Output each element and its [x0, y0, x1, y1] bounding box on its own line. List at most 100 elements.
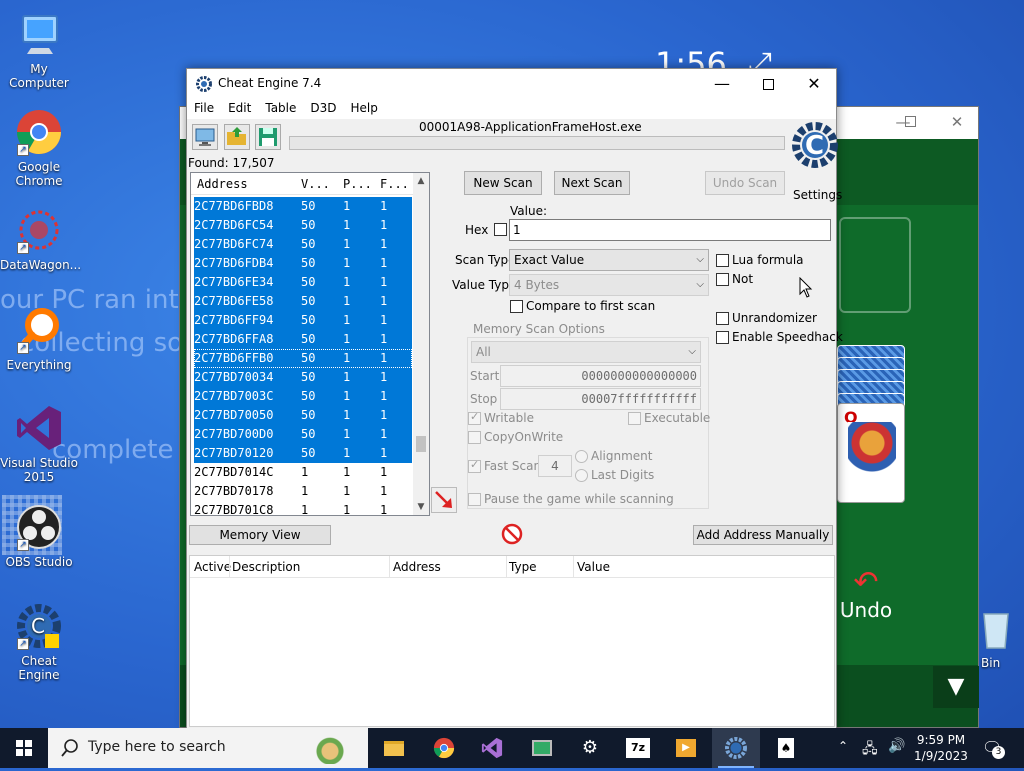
solitaire-close-icon[interactable]: ✕	[942, 113, 972, 133]
scan-type-select[interactable]: Exact Value ⌵	[509, 249, 709, 271]
column-type[interactable]: Type	[509, 560, 537, 574]
desktop-icon-visual-studio[interactable]: Visual Studio 2015	[0, 404, 78, 484]
desktop-icon-obs[interactable]: ↗ OBS Studio	[0, 503, 78, 569]
add-address-manually-button[interactable]: Add Address Manually	[693, 525, 833, 545]
maximize-icon[interactable]	[745, 69, 791, 99]
settings-button[interactable]: C	[791, 121, 839, 177]
table-row[interactable]: 2C77BD6FF94 50 1 1	[194, 311, 412, 330]
lua-formula-checkbox[interactable]	[716, 254, 729, 267]
copy-on-write-checkbox[interactable]	[468, 431, 481, 444]
desktop-icon-my-computer[interactable]: My Computer	[0, 10, 78, 90]
column-first[interactable]: F...	[380, 177, 409, 191]
table-row[interactable]: 2C77BD6FFA8 50 1 1	[194, 330, 412, 349]
fast-scan-checkbox[interactable]	[468, 458, 481, 473]
taskbar-chrome[interactable]	[420, 728, 468, 768]
table-row[interactable]: 2C77BD6FC74 50 1 1	[194, 235, 412, 254]
settings-label[interactable]: Settings	[793, 188, 842, 202]
table-row[interactable]: 2C77BD6FDB4 50 1 1	[194, 254, 412, 273]
column-value[interactable]: Value	[577, 560, 610, 574]
clear-list-button[interactable]	[500, 522, 524, 546]
menu-table[interactable]: Table	[258, 99, 303, 117]
column-address[interactable]: Address	[393, 560, 441, 574]
notification-center-icon[interactable]: 🗨 3	[982, 738, 1005, 759]
chevron-up-icon[interactable]: ⌃	[838, 739, 848, 753]
column-previous[interactable]: P...	[343, 177, 372, 191]
writable-checkbox[interactable]	[468, 410, 481, 425]
solitaire-undo-button[interactable]: ↶ Undo	[838, 568, 894, 623]
foundation-slot[interactable]	[839, 217, 911, 313]
menu-file[interactable]: File	[187, 99, 221, 117]
new-scan-button[interactable]: New Scan	[464, 171, 542, 195]
not-checkbox[interactable]	[716, 273, 729, 286]
table-row[interactable]: 2C77BD701C8 1 1 1	[194, 501, 412, 515]
table-row[interactable]: 2C77BD7003C 50 1 1	[194, 387, 412, 406]
value-input[interactable]: 1	[509, 219, 831, 241]
table-row[interactable]: 2C77BD6FE58 50 1 1	[194, 292, 412, 311]
memory-region-select[interactable]: All ⌵	[471, 341, 701, 363]
executable-checkbox[interactable]	[628, 412, 641, 425]
table-row[interactable]: 2C77BD700D0 50 1 1	[194, 425, 412, 444]
scroll-up-icon[interactable]: ▲	[413, 173, 429, 189]
taskbar-visual-studio[interactable]	[468, 728, 516, 768]
table-row[interactable]: 2C77BD6FC54 50 1 1	[194, 216, 412, 235]
scrollbar-thumb[interactable]	[416, 436, 426, 452]
taskbar-7zip[interactable]: 7z	[614, 728, 662, 768]
desktop-icon-everything[interactable]: ↗ Everything	[0, 306, 78, 372]
close-icon[interactable]: ✕	[791, 69, 837, 99]
speedhack-checkbox[interactable]	[716, 331, 729, 344]
taskbar-settings[interactable]: ⚙	[566, 728, 614, 768]
scroll-down-icon[interactable]: ▼	[413, 499, 429, 515]
value-type-select[interactable]: 4 Bytes ⌵	[509, 274, 709, 296]
found-address-list[interactable]: Address V... P... F... 2C77BD6FBD8 50 1 1 2C…	[190, 172, 430, 516]
taskbar-file-explorer[interactable]	[370, 728, 418, 768]
results-scrollbar[interactable]: ▲ ▼	[413, 173, 429, 515]
desktop-icon-datawagon[interactable]: ↗ DataWagon...	[0, 206, 81, 272]
chevron-down-icon[interactable]: ▼	[933, 666, 979, 708]
start-button[interactable]	[0, 728, 48, 768]
menu-edit[interactable]: Edit	[221, 99, 258, 117]
open-file-button[interactable]	[224, 124, 250, 150]
table-row[interactable]: 2C77BD70050 50 1 1	[194, 406, 412, 425]
table-row[interactable]: 2C77BD6FFB0 50 1 1	[194, 349, 412, 368]
volume-icon[interactable]: 🔊	[888, 738, 905, 754]
desktop-icon-chrome[interactable]: ↗ Google Chrome	[0, 108, 78, 188]
column-value[interactable]: V...	[301, 177, 330, 191]
next-scan-button[interactable]: Next Scan	[554, 171, 630, 195]
table-row[interactable]: 2C77BD6FBD8 50 1 1	[194, 197, 412, 216]
taskbar-cheat-engine[interactable]	[712, 728, 760, 768]
table-row[interactable]: 2C77BD7014C 1 1 1	[194, 463, 412, 482]
desktop-icon-cheat-engine[interactable]: C ↗ Cheat Engine	[0, 602, 78, 682]
menu-help[interactable]: Help	[344, 99, 385, 117]
start-address-input[interactable]: 0000000000000000	[500, 365, 701, 387]
tableau-pile[interactable]: Q	[837, 345, 907, 505]
network-icon[interactable]: 🖧	[862, 738, 878, 762]
table-row[interactable]: 2C77BD70034 50 1 1	[194, 368, 412, 387]
solitaire-maximize-icon[interactable]	[895, 113, 925, 133]
stop-address-input[interactable]: 00007fffffffffff	[500, 388, 701, 410]
compare-first-scan-checkbox[interactable]	[510, 300, 523, 313]
column-address[interactable]: Address	[197, 177, 248, 191]
last-digits-radio[interactable]	[575, 469, 588, 482]
cheat-table[interactable]: Active Description Address Type Value	[189, 555, 835, 727]
table-row[interactable]: 2C77BD70178 1 1 1	[194, 482, 412, 501]
taskbar-search-box[interactable]: Type here to search	[48, 728, 368, 768]
pause-game-checkbox[interactable]	[468, 493, 481, 506]
unrandomizer-checkbox[interactable]	[716, 312, 729, 325]
taskbar-task-manager[interactable]	[518, 728, 566, 768]
table-row[interactable]: 2C77BD6FE34 50 1 1	[194, 273, 412, 292]
select-process-button[interactable]	[192, 124, 218, 150]
memory-view-button[interactable]: Memory View	[189, 525, 331, 545]
alignment-radio[interactable]	[575, 450, 588, 463]
menu-d3d[interactable]: D3D	[303, 99, 343, 117]
hex-checkbox[interactable]	[494, 223, 507, 236]
taskbar-media-player[interactable]: ▶	[662, 728, 710, 768]
column-active[interactable]: Active	[194, 560, 231, 574]
column-description[interactable]: Description	[232, 560, 300, 574]
minimize-icon[interactable]: —	[699, 69, 745, 99]
undo-scan-button[interactable]: Undo Scan	[705, 171, 785, 195]
taskbar-solitaire[interactable]: ♠	[762, 728, 810, 768]
queen-of-diamonds-card[interactable]: Q	[837, 403, 905, 503]
taskbar-clock[interactable]: 9:59 PM 1/9/2023	[913, 732, 969, 764]
fast-scan-alignment-input[interactable]: 4	[538, 455, 572, 477]
save-button[interactable]	[255, 124, 281, 150]
